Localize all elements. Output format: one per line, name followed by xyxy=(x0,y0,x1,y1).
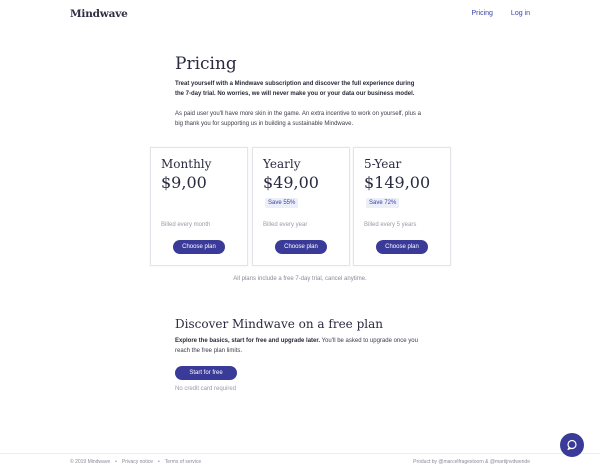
intro-lead: Treat yourself with a Mindwave subscript… xyxy=(175,81,415,97)
terms-of-service-link[interactable]: Terms of service xyxy=(165,459,201,465)
plan-price: $9,00 xyxy=(161,173,207,192)
page-title: Pricing xyxy=(175,54,237,74)
help-chat-button[interactable] xyxy=(560,433,584,457)
plan-billing: Billed every 5 years xyxy=(364,222,417,228)
intro-paragraph: As paid user you'll have more skin in th… xyxy=(175,111,421,127)
footer-divider xyxy=(0,453,600,454)
free-plan-description: Explore the basics, start for free and u… xyxy=(175,336,430,356)
choose-plan-5-year-button[interactable]: Choose plan xyxy=(376,240,428,254)
plan-card-5-year: 5-Year $149,00 Save 72% Billed every 5 y… xyxy=(353,147,451,266)
save-badge: Save 72% xyxy=(366,198,400,208)
nav-pricing-link[interactable]: Pricing xyxy=(472,10,493,17)
plan-price: $49,00 xyxy=(263,173,319,192)
plan-billing: Billed every year xyxy=(263,222,308,228)
plan-name: 5-Year xyxy=(364,157,402,171)
free-plan-desc-bold: Explore the basics, start for free and u… xyxy=(175,338,321,344)
copyright: © 2019 Mindwave xyxy=(70,459,111,465)
plan-billing: Billed every month xyxy=(161,222,211,228)
plan-card-yearly: Yearly $49,00 Save 55% Billed every year… xyxy=(252,147,350,266)
chat-bubble-icon xyxy=(567,439,577,451)
plan-name: Yearly xyxy=(263,157,301,171)
no-credit-card-note: No credit card required xyxy=(175,386,237,392)
choose-plan-monthly-button[interactable]: Choose plan xyxy=(173,240,225,254)
plan-card-monthly: Monthly $9,00 Billed every month Choose … xyxy=(150,147,248,266)
logo[interactable]: Mindwave xyxy=(70,8,128,20)
top-nav: Pricing Log in xyxy=(472,10,530,17)
free-plan-title: Discover Mindwave on a free plan xyxy=(175,317,383,331)
footer-links: © 2019 Mindwave • Privacy notice • Terms… xyxy=(70,459,201,465)
plan-name: Monthly xyxy=(161,157,212,171)
separator-dot: • xyxy=(115,459,117,465)
footer-credit[interactable]: Product by @marcelfragestoorn & @martijn… xyxy=(413,459,530,465)
choose-plan-yearly-button[interactable]: Choose plan xyxy=(275,240,327,254)
plan-price: $149,00 xyxy=(364,173,431,192)
save-badge: Save 55% xyxy=(265,198,299,208)
trial-note: All plans include a free 7-day trial, ca… xyxy=(233,276,367,282)
nav-login-link[interactable]: Log in xyxy=(511,10,530,17)
privacy-notice-link[interactable]: Privacy notice xyxy=(122,459,153,465)
start-for-free-button[interactable]: Start for free xyxy=(175,366,237,380)
separator-dot: • xyxy=(158,459,160,465)
